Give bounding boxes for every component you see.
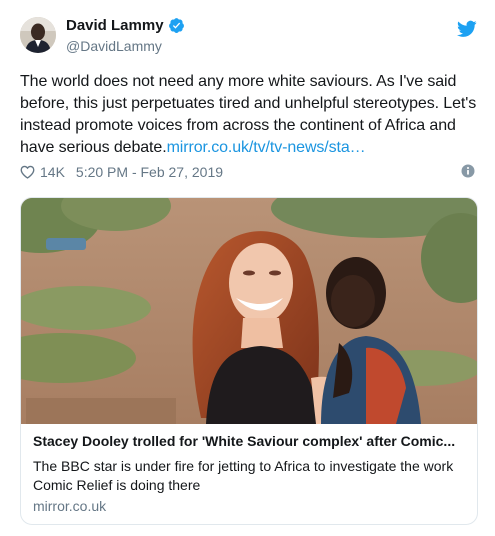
card-image[interactable] [21, 198, 477, 424]
tweet-text: The world does not need any more white s… [20, 71, 478, 159]
info-icon[interactable] [461, 164, 475, 178]
avatar-image [20, 17, 56, 53]
verified-badge-icon [168, 17, 185, 34]
avatar[interactable] [20, 17, 56, 53]
heart-icon[interactable] [20, 165, 35, 179]
author-handle[interactable]: @DavidLammy [66, 38, 162, 54]
author-name[interactable]: David Lammy [66, 17, 164, 34]
embedded-tweet: David Lammy @DavidLammy The world does n… [0, 0, 495, 536]
link-card[interactable]: Stacey Dooley trolled for 'White Saviour… [20, 197, 478, 525]
card-description: The BBC star is under fire for jetting t… [33, 458, 454, 493]
like-count[interactable]: 14K [40, 164, 65, 180]
tweet-meta: 14K 5:20 PM - Feb 27, 2019 [20, 163, 223, 181]
author-name-row[interactable]: David Lammy [66, 17, 185, 34]
card-title[interactable]: Stacey Dooley trolled for 'White Saviour… [33, 433, 465, 449]
card-domain: mirror.co.uk [33, 498, 107, 514]
twitter-bird-icon[interactable] [457, 20, 477, 38]
timestamp[interactable]: 5:20 PM - Feb 27, 2019 [76, 164, 223, 180]
tweet-link[interactable]: mirror.co.uk/tv/tv-news/sta… [167, 139, 366, 156]
